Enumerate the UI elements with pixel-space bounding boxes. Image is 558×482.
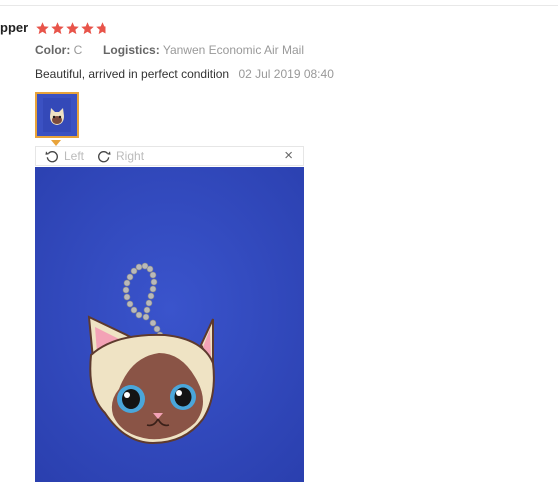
star-icon [35,21,50,36]
review-text: Beautiful, arrived in perfect condition [35,67,230,81]
close-icon[interactable]: × [284,148,293,164]
reviewer-name: pper [0,20,29,35]
top-divider [0,5,558,6]
order-attributes: Color: C Logistics: Yanwen Economic Air … [35,43,304,57]
review-date: 02 Jul 2019 08:40 [238,67,334,81]
star-rating [35,21,110,37]
color-value: C [73,43,83,57]
star-icon [80,21,95,36]
logistics-value: Yanwen Economic Air Mail [162,43,304,57]
rotate-right-icon [98,151,111,163]
rotate-left-button[interactable]: Left [44,148,84,164]
rotate-left-label: Left [64,149,85,163]
star-icon [95,21,110,36]
logistics-label: Logistics: [103,43,160,57]
review-photo-thumbnail[interactable] [35,92,79,138]
rotate-right-button[interactable]: Right [96,148,144,164]
image-viewer-toolbar: Left Right × [35,146,304,166]
review-body: Beautiful, arrived in perfect condition … [35,67,334,81]
rotate-left-icon [45,151,58,163]
color-label: Color: [35,43,71,57]
star-icon [65,21,80,36]
review-photo-large [35,167,304,482]
thumbnail-image [37,94,77,136]
star-icon [50,21,65,36]
cat-keychain-image [35,167,304,482]
rotate-right-label: Right [116,149,145,163]
